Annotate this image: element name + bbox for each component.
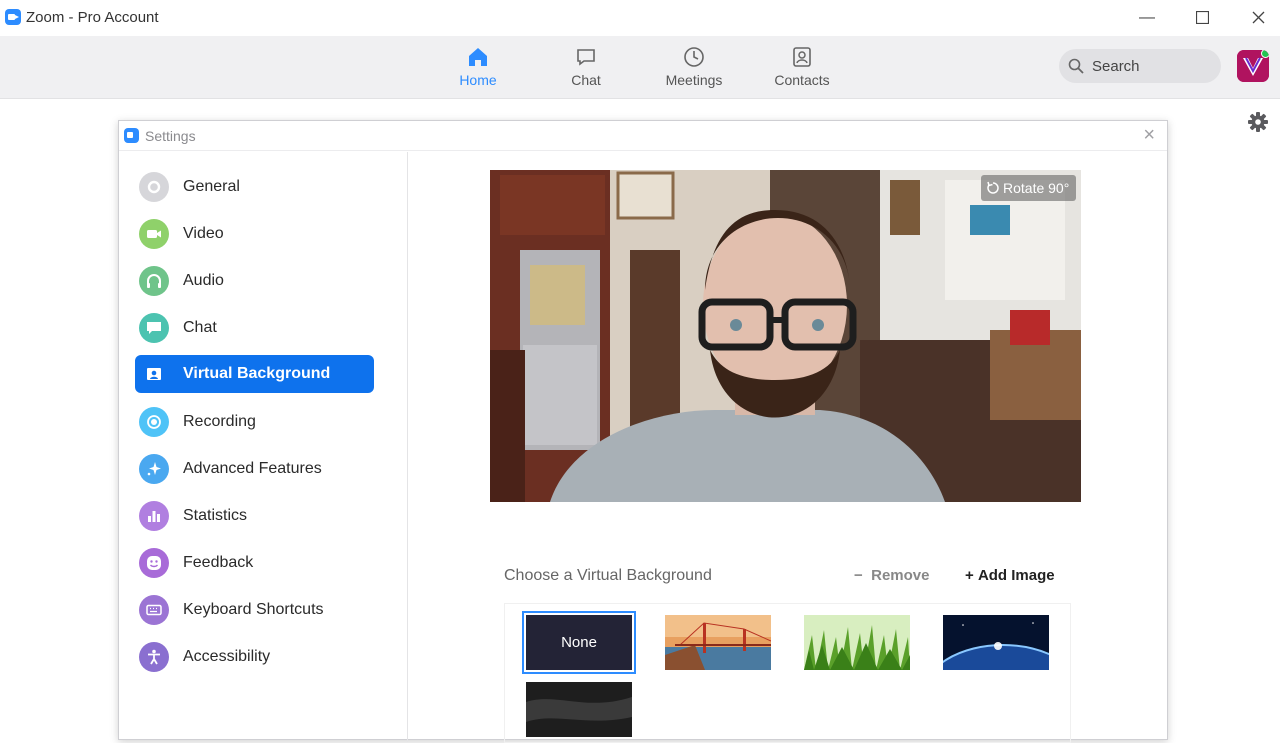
plus-icon: + xyxy=(965,567,978,584)
sidebar-item-label: Video xyxy=(183,225,224,242)
sidebar-item-label: Audio xyxy=(183,272,224,289)
sidebar-item-label: Feedback xyxy=(183,554,254,571)
smiley-icon xyxy=(139,548,169,578)
gear-icon xyxy=(139,172,169,202)
sidebar-item-virtual-background[interactable]: Virtual Background xyxy=(135,355,374,393)
keyboard-icon xyxy=(139,595,169,625)
sidebar-item-label: Keyboard Shortcuts xyxy=(183,601,324,618)
sidebar-item-general[interactable]: General xyxy=(135,168,374,206)
tab-chat-label: Chat xyxy=(571,72,601,88)
camera-preview-image xyxy=(490,170,1081,502)
title-bar: Zoom - Pro Account — xyxy=(0,0,1280,36)
sparkle-icon xyxy=(139,454,169,484)
tab-home-label: Home xyxy=(459,72,497,88)
video-camera-icon xyxy=(139,219,169,249)
accessibility-icon xyxy=(139,642,169,672)
sidebar-item-accessibility[interactable]: Accessibility xyxy=(135,638,374,676)
camera-preview xyxy=(490,170,1081,502)
home-icon xyxy=(469,48,487,66)
background-thumb-golden-gate[interactable] xyxy=(665,615,771,670)
clock-icon xyxy=(684,47,704,67)
sidebar-item-label: Advanced Features xyxy=(183,460,322,477)
sidebar-item-advanced-features[interactable]: Advanced Features xyxy=(135,450,374,488)
person-portrait-icon xyxy=(139,359,169,389)
contacts-icon xyxy=(793,47,811,67)
maximize-button[interactable] xyxy=(1190,6,1214,30)
tab-contacts-label: Contacts xyxy=(774,72,830,88)
background-thumb-earth[interactable] xyxy=(943,615,1049,670)
chat-icon xyxy=(577,49,595,66)
settings-close-button[interactable]: × xyxy=(1143,124,1155,147)
settings-title: Settings xyxy=(145,128,196,144)
remove-label: Remove xyxy=(871,567,930,584)
sidebar-item-feedback[interactable]: Feedback xyxy=(135,544,374,582)
rotate-button[interactable]: Rotate 90° xyxy=(981,175,1076,201)
sidebar-item-label: Recording xyxy=(183,413,256,430)
rotate-icon xyxy=(987,181,999,194)
settings-sidebar: General Video Audio Chat Virtual Backgro… xyxy=(119,152,408,742)
sidebar-item-recording[interactable]: Recording xyxy=(135,403,374,441)
background-thumb-dark-texture[interactable] xyxy=(526,682,632,737)
rotate-label: Rotate 90° xyxy=(1003,180,1070,196)
sidebar-item-label: Virtual Background xyxy=(183,365,331,382)
sidebar-item-label: Chat xyxy=(183,319,217,336)
add-image-label: Add Image xyxy=(977,567,1055,584)
window-title: Zoom - Pro Account xyxy=(26,9,159,26)
avatar[interactable] xyxy=(1237,50,1269,82)
tab-meetings-label: Meetings xyxy=(665,72,723,88)
add-image-button[interactable]: + Add Image xyxy=(965,567,1055,584)
tab-home[interactable]: Home xyxy=(438,46,518,88)
settings-gear-button[interactable] xyxy=(1247,111,1269,138)
online-status-dot xyxy=(1261,50,1269,58)
tab-contacts[interactable]: Contacts xyxy=(762,46,842,88)
top-navigation: Home Chat Meetings Contacts Search xyxy=(0,36,1280,99)
sidebar-item-video[interactable]: Video xyxy=(135,215,374,253)
settings-window: Settings × General Video Audio Chat Virt… xyxy=(118,120,1168,743)
minus-icon: − xyxy=(854,567,872,584)
tab-meetings[interactable]: Meetings xyxy=(654,46,734,88)
search-placeholder: Search xyxy=(1092,58,1140,75)
sidebar-item-label: General xyxy=(183,178,240,195)
tab-chat[interactable]: Chat xyxy=(546,46,626,88)
gear-icon xyxy=(1248,112,1268,132)
sidebar-item-label: Accessibility xyxy=(183,648,271,665)
close-button[interactable] xyxy=(1246,6,1270,30)
minimize-button[interactable]: — xyxy=(1135,6,1159,30)
chat-bubble-icon xyxy=(139,313,169,343)
record-icon xyxy=(139,407,169,437)
sidebar-item-audio[interactable]: Audio xyxy=(135,262,374,300)
background-thumb-grass[interactable] xyxy=(804,615,910,670)
search-icon xyxy=(1068,58,1084,74)
background-thumb-none[interactable]: None xyxy=(522,611,636,674)
sidebar-item-label: Statistics xyxy=(183,507,248,524)
headphones-icon xyxy=(139,266,169,296)
bar-chart-icon xyxy=(139,501,169,531)
zoom-app-icon xyxy=(124,128,139,143)
settings-title-bar: Settings × xyxy=(119,121,1167,151)
search-input[interactable]: Search xyxy=(1059,49,1221,83)
sidebar-item-statistics[interactable]: Statistics xyxy=(135,497,374,535)
sidebar-item-chat[interactable]: Chat xyxy=(135,309,374,347)
sidebar-item-keyboard-shortcuts[interactable]: Keyboard Shortcuts xyxy=(135,591,374,629)
choose-background-label: Choose a Virtual Background xyxy=(504,567,712,584)
zoom-app-icon xyxy=(5,9,21,25)
remove-button[interactable]: − Remove xyxy=(854,567,929,584)
background-thumbnails: None xyxy=(504,603,1071,743)
